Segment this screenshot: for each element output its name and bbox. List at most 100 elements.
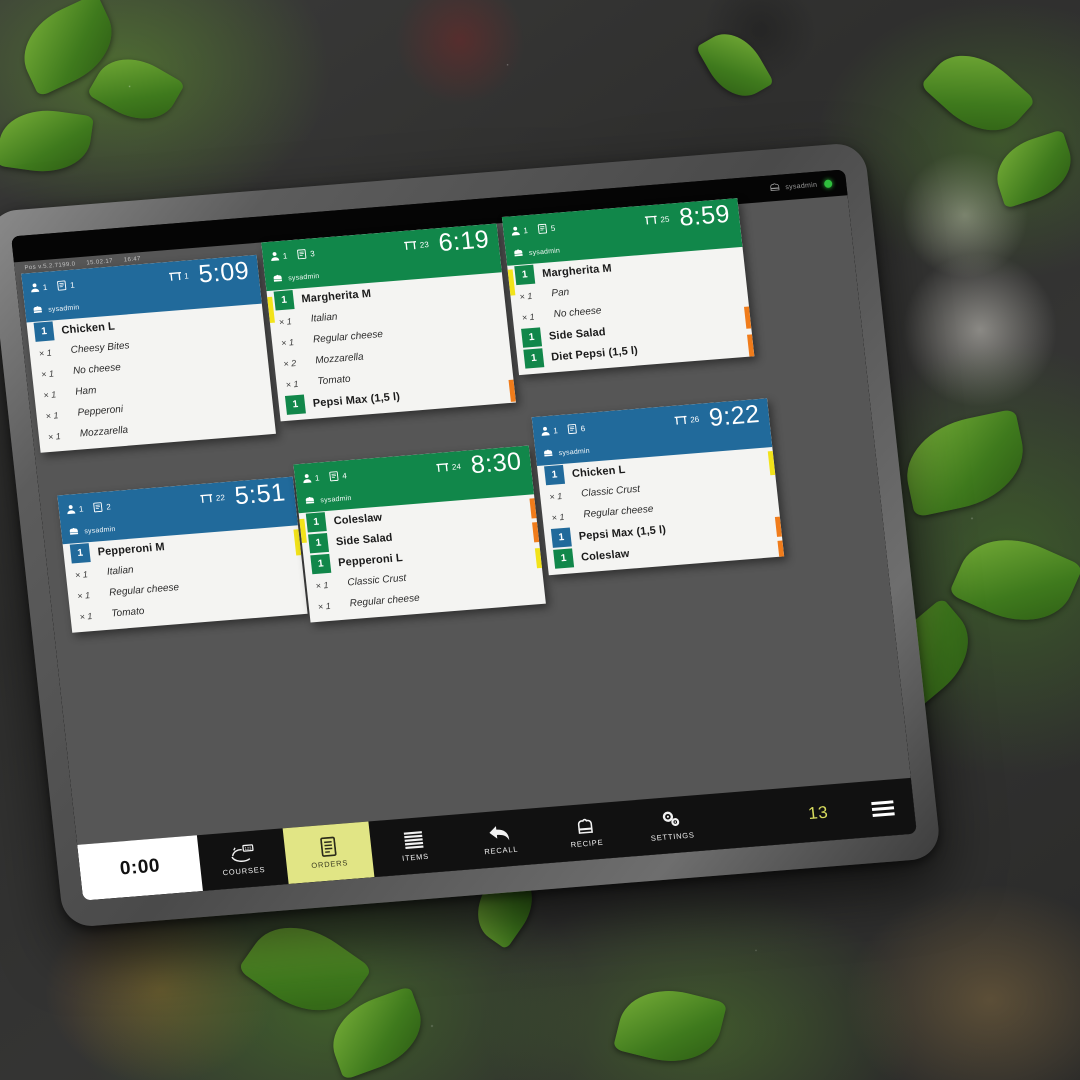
- product-quantity-badge: 1: [273, 290, 295, 311]
- toolbar-timer[interactable]: 0:00: [77, 835, 203, 901]
- settings-icon: [660, 808, 682, 829]
- toolbar-button-recall[interactable]: RECALL: [454, 808, 546, 871]
- product-name: Coleslaw: [333, 511, 383, 527]
- person-icon: [29, 282, 40, 295]
- basil-leaf: [9, 0, 127, 98]
- basil-leaf: [321, 985, 433, 1080]
- product-name: Coleslaw: [580, 547, 631, 564]
- order-ticket[interactable]: 1 3 23 6:19 sysadmin 1 Margherita M × 1 Italian ×…: [261, 223, 516, 422]
- table-number-value: 26: [689, 414, 700, 425]
- ticket-user-label: sysadmin: [320, 494, 352, 504]
- order-ticket[interactable]: 1 5 25 8:59 sysadmin 1 Margherita M × 1 Pan × 1 No…: [501, 198, 755, 376]
- basil-leaf: [897, 408, 1033, 518]
- receipt-icon: [297, 248, 308, 261]
- toolbar-button-settings[interactable]: SETTINGS: [626, 794, 718, 857]
- ticket-body: 1 Margherita M × 1 Italian × 1 Regular cheese…: [267, 272, 516, 421]
- tablet-device: sysadmin Pos v.5.2.7199.0 15.02.17 16:47…: [0, 141, 942, 929]
- order-number-value: 6: [580, 424, 586, 434]
- toolbar-button-orders[interactable]: ORDERS: [282, 821, 375, 885]
- order-number-value: 4: [341, 471, 348, 481]
- order-ticket[interactable]: 1 1 1 5:09 sysadmin 1 Chicken L × 1 Cheesy Bites…: [21, 254, 276, 453]
- modifier-quantity: × 1: [521, 311, 536, 323]
- table-number: 1: [168, 270, 190, 283]
- toolbar-button-items[interactable]: ITEMS: [368, 815, 460, 878]
- ticket-body: 1 Chicken L × 1 Cheesy Bites × 1 No cheese × 1…: [26, 304, 275, 453]
- item-status-stripe: [529, 498, 537, 519]
- table-number-value: 1: [183, 271, 190, 281]
- order-ticket-board: 1 1 1 5:09 sysadmin 1 Chicken L × 1 Cheesy Bites…: [14, 195, 911, 845]
- product-quantity-badge: 1: [305, 512, 327, 533]
- product-quantity-badge: 1: [308, 532, 330, 554]
- order-ticket[interactable]: 1 6 26 9:22 sysadmin 1 Chicken L × 1 Classic Cru…: [531, 398, 785, 576]
- basil-leaf: [987, 129, 1080, 209]
- os-user-label: sysadmin: [784, 181, 818, 191]
- basil-leaf: [948, 520, 1080, 640]
- product-quantity-badge: 1: [550, 527, 572, 548]
- guest-count: 1: [540, 425, 559, 438]
- chef-hat-icon: [542, 445, 555, 464]
- modifier-name: Mozzarella: [314, 351, 365, 367]
- item-status-stripe: [744, 306, 752, 329]
- toolbar-button-courses[interactable]: 123 COURSES: [197, 828, 289, 891]
- modifier-name: Pepperoni: [76, 404, 124, 419]
- product-name: Diet Pepsi (1,5 l): [550, 344, 639, 363]
- guest-count: 1: [65, 503, 84, 516]
- guest-count: 1: [29, 281, 48, 294]
- modifier-quantity: × 1: [548, 490, 563, 502]
- receipt-icon: [93, 501, 104, 514]
- modifier-name: Regular cheese: [349, 592, 421, 610]
- modifier-quantity: × 1: [285, 378, 299, 390]
- toolbar-button-recipe[interactable]: RECIPE: [540, 801, 632, 864]
- ticket-body: 1 Chicken L × 1 Classic Crust × 1 Regular che…: [537, 447, 785, 575]
- ticket-timer: 6:19: [437, 225, 491, 258]
- order-number-value: 2: [105, 502, 112, 512]
- product-name: Margherita M: [300, 287, 372, 305]
- table-number-value: 23: [419, 240, 430, 250]
- item-status-stripe: [534, 547, 543, 569]
- basil-leaf: [920, 36, 1036, 150]
- table-number: 23: [404, 239, 429, 253]
- modifier-name: Classic Crust: [346, 572, 407, 589]
- hamburger-menu-icon[interactable]: [849, 778, 917, 839]
- table-number-value: 25: [660, 214, 670, 225]
- modifier-name: Regular cheese: [312, 328, 384, 346]
- basil-leaf: [237, 905, 373, 1033]
- modifier-quantity: × 2: [282, 357, 297, 369]
- guest-count-value: 1: [282, 251, 288, 261]
- os-user-indicator[interactable]: sysadmin: [768, 176, 818, 198]
- item-status-stripe: [777, 540, 785, 561]
- toolbar-button-label: ITEMS: [401, 851, 430, 863]
- order-ticket[interactable]: 1 4 24 8:30 sysadmin 1 Coleslaw 1 Side Salad 1 Pep…: [293, 445, 546, 623]
- table-number: 22: [200, 492, 225, 506]
- ticket-body: 1 Pepperoni M × 1 Italian × 1 Regular cheese ×…: [63, 525, 308, 632]
- guest-count-value: 1: [314, 473, 320, 483]
- table-number-value: 24: [451, 462, 462, 472]
- product-name: Pepperoni L: [337, 551, 404, 569]
- table-icon: [436, 462, 449, 475]
- ticket-timer: 8:30: [469, 447, 523, 480]
- basil-leaf: [0, 104, 94, 178]
- product-quantity-badge: 1: [521, 327, 543, 348]
- items-icon: [403, 829, 425, 850]
- guest-count-value: 1: [78, 504, 84, 514]
- ticket-user-label: sysadmin: [558, 447, 591, 457]
- modifier-quantity: × 1: [280, 336, 295, 348]
- toolbar-button-label: RECALL: [483, 844, 519, 857]
- table-icon: [404, 239, 417, 252]
- recipe-icon: [575, 815, 595, 836]
- modifier-quantity: × 1: [74, 568, 89, 580]
- table-icon: [168, 270, 182, 283]
- modifier-name: Italian: [310, 311, 339, 325]
- person-icon: [510, 225, 521, 238]
- orders-icon: [319, 836, 337, 857]
- modifier-quantity: × 1: [519, 290, 533, 302]
- svg-text:123: 123: [244, 845, 252, 851]
- courses-icon: 123: [229, 843, 255, 865]
- basil-leaf: [695, 22, 775, 108]
- person-icon: [269, 251, 280, 264]
- order-number: 5: [537, 222, 556, 235]
- order-count-badge: 13: [807, 802, 830, 824]
- modifier-quantity: × 1: [47, 430, 62, 442]
- order-ticket[interactable]: 1 2 22 5:51 sysadmin 1 Pepperoni M × 1 Italian × …: [57, 476, 308, 633]
